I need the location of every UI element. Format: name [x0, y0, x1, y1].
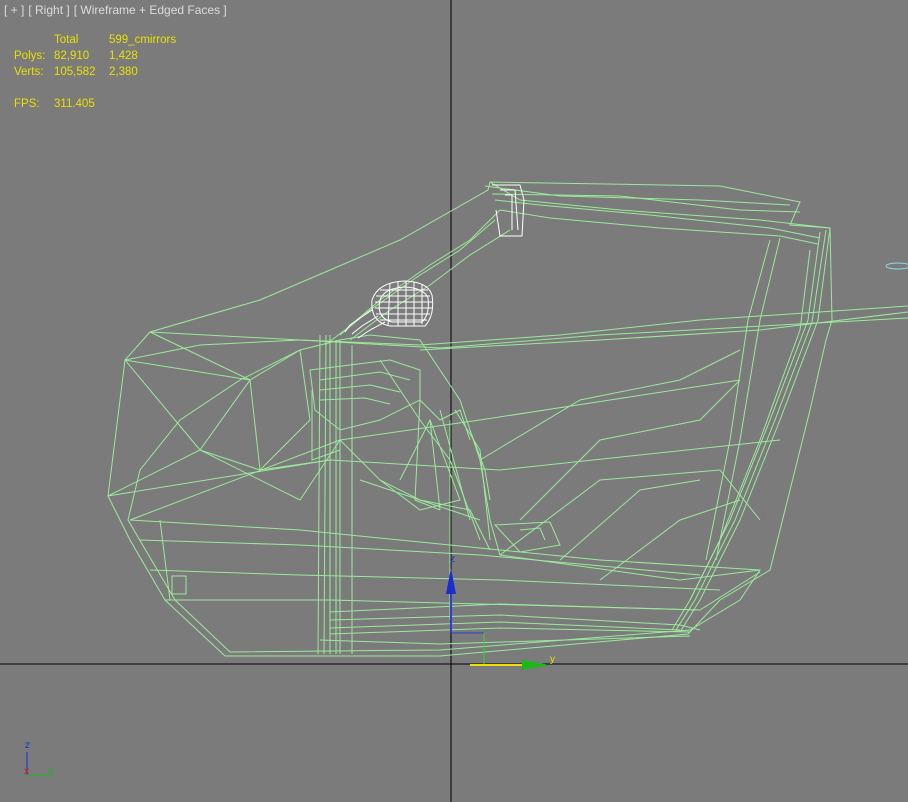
selected-mirror[interactable]	[344, 280, 434, 339]
tripod-y-label: y	[49, 766, 54, 777]
side-object	[885, 262, 908, 270]
transform-gizmo[interactable]: z y	[446, 554, 555, 670]
scene-canvas[interactable]: z y z x y	[0, 0, 908, 802]
tripod-x-label: x	[24, 766, 29, 777]
tripod-z-label: z	[25, 740, 30, 751]
axis-tripod: z x y	[24, 740, 54, 777]
gizmo-z-arrow[interactable]	[446, 568, 456, 594]
gizmo-y-arrow[interactable]	[522, 660, 550, 670]
gizmo-z-label: z	[450, 554, 455, 565]
gizmo-y-label: y	[550, 654, 555, 665]
door-wireframe[interactable]	[107, 181, 908, 657]
viewport-right[interactable]: [ + ] [ Right ] [ Wireframe + Edged Face…	[0, 0, 908, 802]
